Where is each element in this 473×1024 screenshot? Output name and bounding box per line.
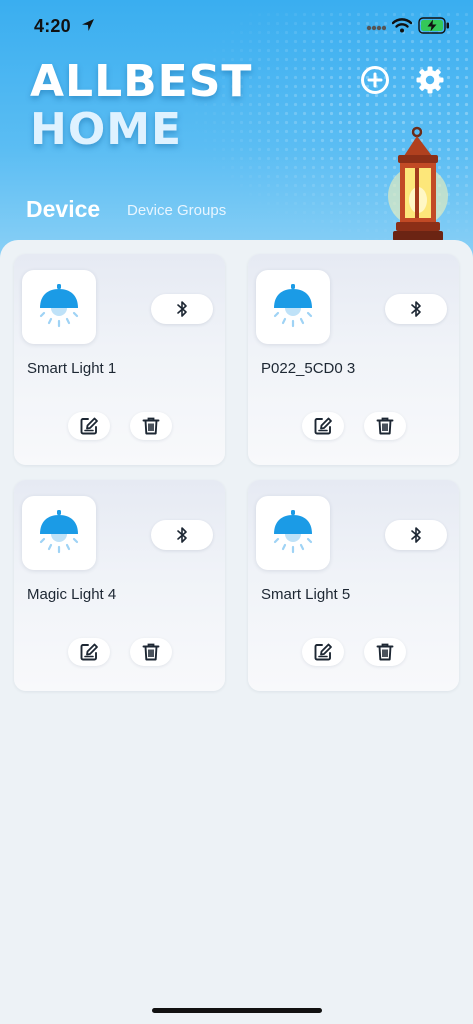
bluetooth-button[interactable] [385, 294, 447, 324]
wifi-icon [392, 18, 412, 33]
delete-device-button[interactable] [130, 412, 172, 440]
app-header: 4:20 ALLBEST HOME Device Device Groups [0, 0, 473, 270]
trash-icon [141, 642, 161, 662]
trash-icon [375, 642, 395, 662]
device-card[interactable]: Smart Light 5 [248, 480, 459, 691]
device-icon-tile [256, 270, 330, 344]
delete-device-button[interactable] [364, 638, 406, 666]
brand-logo: ALLBEST HOME [30, 58, 290, 154]
status-time: 4:20 [34, 16, 71, 36]
tab-device-groups[interactable]: Device Groups [127, 202, 226, 219]
edit-device-button[interactable] [302, 638, 344, 666]
delete-device-button[interactable] [130, 638, 172, 666]
location-arrow-icon [82, 19, 94, 31]
brand-name-line2: HOME [30, 104, 183, 155]
device-name: P022_5CD0 3 [261, 360, 356, 377]
device-list: Smart Light 1 P022_5CD0 3 Magic Light 4 [0, 240, 473, 1024]
bluetooth-button[interactable] [385, 520, 447, 550]
brand-name-line1: ALLBEST [30, 56, 253, 107]
bulb-icon [36, 284, 82, 330]
cellular-signal-icon [366, 25, 386, 31]
device-card[interactable]: Magic Light 4 [14, 480, 225, 691]
lantern-illustration [388, 126, 448, 241]
bulb-icon [36, 510, 82, 556]
trash-icon [375, 416, 395, 436]
edit-device-button[interactable] [68, 638, 110, 666]
bluetooth-icon [175, 300, 189, 318]
edit-icon [313, 416, 333, 436]
bulb-icon [270, 284, 316, 330]
device-icon-tile [256, 496, 330, 570]
delete-device-button[interactable] [364, 412, 406, 440]
device-card[interactable]: Smart Light 1 [14, 254, 225, 465]
device-icon-tile [22, 270, 96, 344]
device-card[interactable]: P022_5CD0 3 [248, 254, 459, 465]
add-device-button[interactable] [360, 65, 390, 95]
device-name: Smart Light 5 [261, 586, 351, 603]
edit-icon [313, 642, 333, 662]
status-bar: 4:20 [0, 0, 473, 52]
settings-gear-icon[interactable] [415, 65, 445, 95]
bulb-icon [270, 510, 316, 556]
device-icon-tile [22, 496, 96, 570]
bluetooth-icon [409, 300, 423, 318]
bluetooth-icon [409, 526, 423, 544]
edit-icon [79, 642, 99, 662]
tab-device[interactable]: Device [26, 196, 100, 223]
device-name: Smart Light 1 [27, 360, 117, 377]
device-name: Magic Light 4 [27, 586, 117, 603]
edit-device-button[interactable] [302, 412, 344, 440]
edit-icon [79, 416, 99, 436]
trash-icon [141, 416, 161, 436]
battery-charging-icon [418, 17, 449, 34]
bluetooth-button[interactable] [151, 520, 213, 550]
edit-device-button[interactable] [68, 412, 110, 440]
bluetooth-icon [175, 526, 189, 544]
home-indicator[interactable] [152, 1008, 322, 1013]
bluetooth-button[interactable] [151, 294, 213, 324]
